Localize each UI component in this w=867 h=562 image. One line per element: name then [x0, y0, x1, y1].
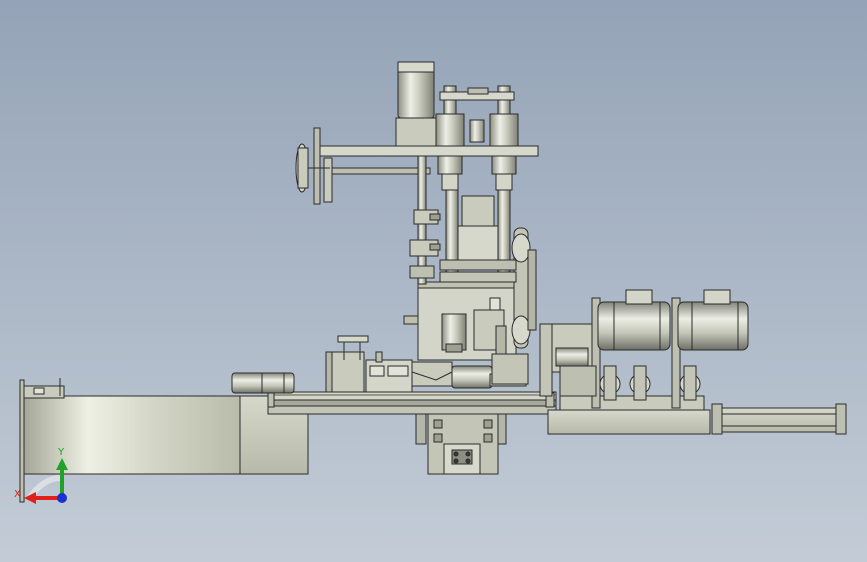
belt-drive: [511, 227, 537, 349]
top-motor: [395, 61, 437, 147]
lead-screw-column: [409, 155, 441, 285]
cad-viewport[interactable]: Y X: [0, 0, 867, 562]
outfeed-actuator: [711, 403, 847, 435]
hydraulic-cylinder-right: [489, 85, 519, 191]
feed-motor-small: [231, 372, 295, 394]
z-axis-dot: [57, 493, 67, 503]
x-axis-label: X: [14, 489, 21, 500]
drive-motor-right: [677, 289, 749, 351]
machine-assembly-drawing: Y X: [14, 61, 847, 504]
main-table-rail: [267, 391, 557, 415]
hydraulic-cylinder-left: [435, 85, 465, 191]
gearbox-housing: [415, 413, 507, 475]
y-axis-label: Y: [57, 447, 65, 458]
press-guide-rails: [439, 189, 517, 283]
drive-motor-left: [597, 289, 671, 351]
